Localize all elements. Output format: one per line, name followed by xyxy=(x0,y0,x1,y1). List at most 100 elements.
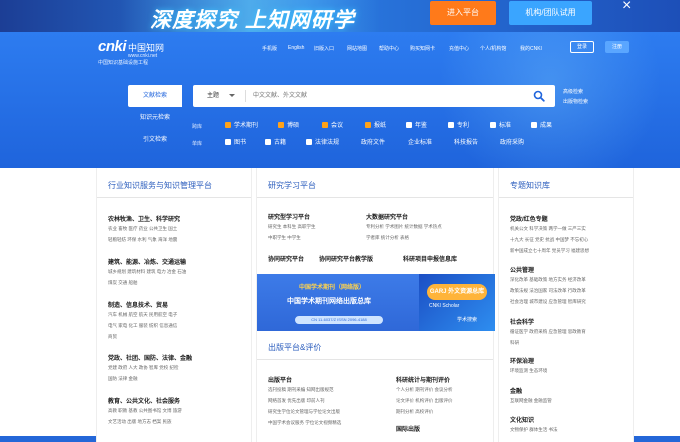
register-button[interactable]: 注册 xyxy=(605,41,629,53)
section-links[interactable]: 网络首发 优先出版 印前人刊 xyxy=(268,397,325,405)
checkbox-thesis[interactable]: 博硕 xyxy=(278,122,299,130)
nav-english[interactable]: English xyxy=(288,45,304,51)
section-heading[interactable]: 研究型学习平台 xyxy=(268,212,310,221)
category-heading[interactable]: 党政、社团、国防、法律、金融 xyxy=(108,353,192,362)
section-heading[interactable]: 大数据研究平台 xyxy=(366,212,408,221)
enter-platform-button[interactable]: 进入平台 xyxy=(430,1,496,25)
category-heading[interactable]: 建筑、能源、冶炼、交通运输 xyxy=(108,257,186,266)
promo-title: GARJ 外文资源总库 xyxy=(427,284,487,300)
checkbox-conference[interactable]: 会议 xyxy=(322,122,343,130)
category-links[interactable]: 循证医学 政府采购 应急管理 思政教育 xyxy=(510,328,586,336)
checkbox-law[interactable]: 法律法规 xyxy=(306,139,339,147)
category-heading[interactable]: 环保治理 xyxy=(510,356,534,365)
link-gov-purchase[interactable]: 政府采购 xyxy=(500,139,524,147)
promo-banner[interactable]: 深度探究 上知网研学 进入平台 机构/团队试用 × xyxy=(0,0,680,32)
category-links[interactable]: 高教 职教 基教 公共图书馆 文博 旅游 xyxy=(108,407,182,415)
tab-citation-search[interactable]: 引文检索 xyxy=(128,129,182,151)
section-links[interactable]: 论文评价 机构评价 出版评价 xyxy=(396,397,453,405)
nav-old-version[interactable]: 旧版入口 xyxy=(314,45,334,52)
section-links[interactable]: 中职学生 中学生 xyxy=(268,234,301,242)
category-links[interactable]: 科研 xyxy=(510,339,519,347)
section-heading[interactable]: 科研统计与期刊评价 xyxy=(396,375,450,384)
category-heading[interactable]: 制造、信息技术、贸易 xyxy=(108,300,168,309)
nav-my-cnki[interactable]: 我的CNKI xyxy=(520,45,542,52)
section-links[interactable]: 选刊投稿 期刊采编 知网出版规范 xyxy=(268,386,334,394)
link-collab-teaching[interactable]: 协同研究平台教学版 xyxy=(319,254,373,263)
category-links[interactable]: 农业 畜牧 医疗 药业 公共卫生 国土 xyxy=(108,225,177,233)
checkbox-books[interactable]: 图书 xyxy=(225,139,246,147)
category-heading[interactable]: 教育、公共文化、社会服务 xyxy=(108,396,180,405)
category-heading[interactable]: 社会科学 xyxy=(510,317,534,326)
link-gov-docs[interactable]: 政府文件 xyxy=(361,139,385,147)
section-links[interactable]: 期刊分析 高校评价 xyxy=(396,408,433,416)
category-links[interactable]: 互联网金融 金融监管 xyxy=(510,397,552,405)
garj-promo-image[interactable]: GARJ 外文资源总库 CNKI Scholar 学术搜索 xyxy=(419,274,495,331)
category-links[interactable]: 商贸 xyxy=(108,333,117,341)
journal-promo-image[interactable]: 中国学术期刊（网络版） 中国学术期刊网络出版总库 CN 11-6037/Z IS… xyxy=(257,274,419,331)
checkbox-ancient[interactable]: 古籍 xyxy=(265,139,286,147)
search-box[interactable]: 主题 xyxy=(193,85,555,107)
tab-knowledge-search[interactable]: 知识元检索 xyxy=(128,107,182,129)
category-links[interactable]: 党建 政府 人大 政协 智库 党校 纪检 xyxy=(108,364,179,372)
nav-sitemap[interactable]: 网站地图 xyxy=(347,45,367,52)
section-heading[interactable]: 出版平台 xyxy=(268,375,292,384)
category-heading[interactable]: 文化知识 xyxy=(510,415,534,424)
category-heading[interactable]: 农林牧渔、卫生、科学研究 xyxy=(108,214,180,223)
link-enterprise-std[interactable]: 企业标准 xyxy=(408,139,432,147)
login-button[interactable]: 登录 xyxy=(570,41,594,53)
section-links[interactable]: 研究生学位论文管理与学位论文出版 xyxy=(268,408,340,416)
category-heading[interactable]: 公共管理 xyxy=(510,265,534,274)
category-links[interactable]: 社会治理 城市建设 应急管理 智库研究 xyxy=(510,298,586,306)
checkbox-label: 专利 xyxy=(457,123,470,129)
tab-literature-search[interactable]: 文献检索 xyxy=(128,85,182,107)
org-trial-button[interactable]: 机构/团队试用 xyxy=(509,1,592,25)
nav-mobile[interactable]: 手机版 xyxy=(262,45,277,52)
section-links[interactable]: 学者库 统计分析 表格 xyxy=(366,234,409,242)
checkbox-patent[interactable]: 专利 xyxy=(448,122,469,130)
link-collab-platform[interactable]: 协同研究平台 xyxy=(268,254,304,263)
section-links[interactable]: 专利分析 学术图片 统计数据 学术热点 xyxy=(366,223,442,231)
category-heading[interactable]: 党政/红色专题 xyxy=(510,214,548,223)
checkbox-newspaper[interactable]: 报纸 xyxy=(365,122,386,130)
checkbox-journals[interactable]: 学术期刊 xyxy=(225,122,258,130)
search-hero: cnki 中国知网 www.cnki.net 中国知识基础设施工程 手机版 Eng… xyxy=(0,32,680,168)
category-links[interactable]: 煤炭 交通 船舶 xyxy=(108,279,138,287)
category-links[interactable]: 新中国成立七十周年 党员学习 福建思想 xyxy=(510,247,589,255)
checkbox-label: 法律法规 xyxy=(315,140,340,146)
category-links[interactable]: 文艺活动 出版 地方志 档案 民族 xyxy=(108,418,172,426)
category-links[interactable]: 文物保护 群体生活 书法 xyxy=(510,426,558,434)
section-links[interactable]: 研究生 本科生 高职学生 xyxy=(268,223,316,231)
checkbox-achievement[interactable]: 成果 xyxy=(531,122,552,130)
category-links[interactable]: 十九大 长征 党史 抗战 中国梦 不忘初心 xyxy=(510,236,588,244)
category-links[interactable]: 政策法规 法治国家 司法改革 行政改革 xyxy=(510,287,586,295)
search-icon[interactable] xyxy=(533,90,545,102)
nav-recharge[interactable]: 充值中心 xyxy=(449,45,469,52)
category-links[interactable]: 汽车 机械 航空 航天 民用航空 电子 xyxy=(108,311,177,319)
category-links[interactable]: 深化改革 基础政策 地方实务 经济改革 xyxy=(510,276,586,284)
category-heading[interactable]: 金融 xyxy=(510,386,522,395)
field-select[interactable]: 主题 xyxy=(207,85,219,107)
cnki-logo[interactable]: cnki 中国知网 www.cnki.net 中国知识基础设施工程 xyxy=(98,38,164,66)
section-links[interactable]: 个人分析 期刊评价 会议分析 xyxy=(396,386,453,394)
section-heading[interactable]: 国际出版 xyxy=(396,424,420,433)
advanced-search-link[interactable]: 高级检索 xyxy=(563,88,583,95)
category-links[interactable]: 城乡规划 建筑材料 建筑 电力 冶金 石油 xyxy=(108,268,186,276)
nav-help[interactable]: 帮助中心 xyxy=(379,45,399,52)
category-links[interactable]: 国防 法律 金融 xyxy=(108,375,138,383)
close-icon[interactable]: × xyxy=(622,0,631,14)
section-links[interactable]: 中国学术会议服务 学位论文视频精选 xyxy=(268,419,341,427)
chevron-down-icon[interactable] xyxy=(229,94,235,97)
category-links[interactable]: 电气 家电 化工 服装 纺织 信息通信 xyxy=(108,322,177,330)
publication-search-link[interactable]: 出版物检索 xyxy=(563,98,588,105)
category-links[interactable]: 轻粮轻纺 环保 水利 气象 海洋 地震 xyxy=(108,236,177,244)
link-project-db[interactable]: 科研项目申报信息库 xyxy=(403,254,457,263)
checkbox-yearbook[interactable]: 年鉴 xyxy=(406,122,427,130)
nav-personal[interactable]: 个人/机构馆 xyxy=(480,45,506,52)
logo-main: cnki xyxy=(98,38,127,55)
search-input[interactable] xyxy=(253,88,513,104)
category-links[interactable]: 环境监测 生态环境 xyxy=(510,367,547,375)
nav-buy-card[interactable]: 购买知网卡 xyxy=(410,45,435,52)
link-tech-report[interactable]: 科技报告 xyxy=(454,139,478,147)
category-links[interactable]: 机关公文 科学决策 两学一做 三严三实 xyxy=(510,225,586,233)
checkbox-standard[interactable]: 标准 xyxy=(490,122,511,130)
